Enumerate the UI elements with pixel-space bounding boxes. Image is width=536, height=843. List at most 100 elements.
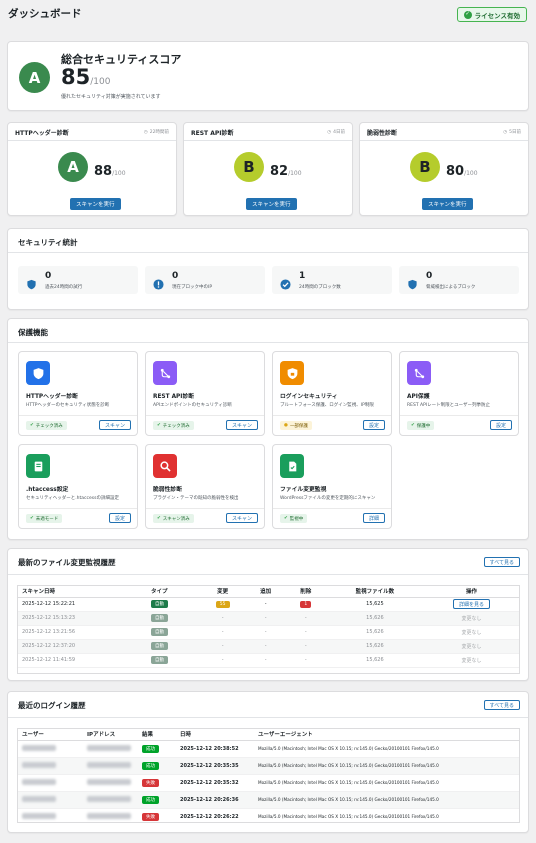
license-badge[interactable]: ✓ ライセンス有効 <box>456 7 527 22</box>
shield-icon <box>26 361 50 385</box>
ip-cell <box>83 774 138 792</box>
feature-card: ファイル変更監視 WordPressファイルの変更を定期的にスキャン ✔ 監視中 詳細 <box>272 444 392 529</box>
table-row: 成功 2025-12-12 20:35:35 Mozilla/5.0 (Macint… <box>18 757 519 775</box>
column-header: スキャン日時 <box>18 586 147 598</box>
scan-score-max: /100 <box>288 170 302 177</box>
action-cell: 変更なし <box>423 653 519 668</box>
overall-score-max: /100 <box>90 77 111 87</box>
protection-features-card: 保護機能 HTTPヘッダー診断 HTTPヘッダーのセキュリティ状態を診断 ✔ チェック… <box>7 318 529 540</box>
deleted-value: - <box>304 615 307 621</box>
feature-status-badge: ● 一部保護 <box>280 421 312 430</box>
changed-cell: - <box>199 625 246 640</box>
protection-features-title: 保護機能 <box>18 328 48 337</box>
scan-score-value: 82 <box>270 164 289 179</box>
deleted-cell: 1 <box>285 597 326 612</box>
result-badge: 成功 <box>142 795 159 804</box>
feature-card: HTTPヘッダー診断 HTTPヘッダーのセキュリティ状態を診断 ✔ チェック済み スキャ… <box>18 351 138 436</box>
run-scan-button[interactable]: スキャンを実行 <box>246 198 297 210</box>
alert-icon <box>153 275 164 290</box>
feature-action-button[interactable]: 設定 <box>108 513 131 523</box>
shield-icon <box>26 275 37 290</box>
overall-grade-circle: A <box>19 62 50 93</box>
feature-card: 脆弱性診断 プラグイン・テーマの既知の脆弱性を検出 ✔ スキャン済み スキャン <box>145 444 265 529</box>
stat-box: 1 24時間のブロック数 <box>272 266 392 294</box>
divider <box>184 140 352 141</box>
changed-cell: - <box>199 611 246 626</box>
feature-action-button[interactable]: 詳細 <box>362 513 385 523</box>
feature-action-button[interactable]: スキャン <box>225 513 258 523</box>
deleted-cell: - <box>285 653 326 668</box>
no-change-label: 変更なし <box>461 629 482 636</box>
scan-card-title: REST API診断 <box>191 130 234 137</box>
table-row: 2025-12-12 12:37:20 自動 - - - 15,626 変更なし <box>18 639 519 654</box>
stat-box: 0 過去24時間の試行 <box>18 266 138 294</box>
feature-status-badge: ✔ 保護中 <box>407 421 435 430</box>
feature-status-badge: ✔ チェック済み <box>26 421 67 430</box>
deleted-value: - <box>304 629 307 635</box>
deleted-badge: 1 <box>300 600 312 608</box>
scan-type-cell: 自動 <box>146 597 200 612</box>
redacted-ip <box>87 796 131 803</box>
search-icon <box>153 454 177 478</box>
scan-time-label: 4日前 <box>333 130 345 135</box>
scan-type-badge: 自動 <box>150 642 168 650</box>
feature-action-button[interactable]: 設定 <box>489 420 512 430</box>
overall-score-card: A 総合セキュリティスコア 85/100 優れたセキュリティ対策が実施されていま… <box>7 41 529 111</box>
feature-description: APIエンドポイントのセキュリティ診断 <box>153 403 232 408</box>
scan-type-badge: 自動 <box>150 614 168 622</box>
scan-type-badge: 自動 <box>150 656 168 664</box>
login-history-see-all-button[interactable]: すべて見る <box>483 700 520 710</box>
view-details-button[interactable]: 詳細を見る <box>452 599 490 609</box>
overall-score: 85/100 <box>61 65 110 89</box>
user-cell <box>18 808 83 822</box>
feature-description: セキュリティヘッダーと.htaccessの詳細設定 <box>26 496 119 501</box>
table-row: 2025-12-12 15:22:21 自動 55 - 1 15,625 詳細を見る <box>18 597 519 612</box>
feature-action-button[interactable]: スキャン <box>225 420 258 430</box>
added-value: - <box>245 597 286 612</box>
changed-cell: - <box>199 639 246 654</box>
result-cell: 成功 <box>138 791 176 809</box>
security-stats-title: セキュリティ統計 <box>18 238 78 247</box>
check-icon: ✔ <box>157 423 161 428</box>
scan-card: 脆弱性診断 ◷ 5日前 B 80/100 スキャンを実行 <box>359 122 529 216</box>
branch-icon <box>153 361 177 385</box>
scan-time-label: 5日前 <box>509 130 521 135</box>
scan-score-value: 80 <box>446 164 465 179</box>
run-scan-button[interactable]: スキャンを実行 <box>422 198 473 210</box>
lock-shield-icon <box>280 361 304 385</box>
column-header: ユーザー <box>18 729 83 741</box>
file-history-see-all-button[interactable]: すべて見る <box>483 557 520 567</box>
no-change-label: 変更なし <box>461 615 482 622</box>
file-history-title: 最新のファイル変更監視履歴 <box>18 558 116 567</box>
scan-date: 2025-12-12 11:41:59 <box>18 653 147 668</box>
divider <box>400 415 518 416</box>
result-badge: 失敗 <box>142 778 159 787</box>
divider <box>19 508 137 509</box>
feature-action-button[interactable]: スキャン <box>98 420 131 430</box>
login-history-title: 最近のログイン履歴 <box>18 701 86 710</box>
feature-description: ブルートフォース保護、ログイン監視、IP制限 <box>280 403 374 408</box>
redacted-ip <box>87 745 131 752</box>
user-cell <box>18 757 83 775</box>
run-scan-button[interactable]: スキャンを実行 <box>70 198 121 210</box>
scan-time: ◷ 5日前 <box>503 129 521 136</box>
stat-box: 0 脅威検出によるブロック <box>399 266 519 294</box>
login-date: 2025-12-12 20:26:36 <box>176 791 254 809</box>
check-icon: ✓ <box>463 10 472 19</box>
result-cell: 成功 <box>138 757 176 775</box>
table-row: 成功 2025-12-12 20:38:52 Mozilla/5.0 (Macint… <box>18 740 519 758</box>
doc-icon <box>280 454 304 478</box>
divider <box>146 415 264 416</box>
feature-status-badge: ✔ チェック済み <box>153 421 194 430</box>
login-date: 2025-12-12 20:35:32 <box>176 774 254 792</box>
feature-card: ログインセキュリティ ブルートフォース保護、ログイン監視、IP制限 ● 一部保護 設定 <box>272 351 392 436</box>
feature-action-button[interactable]: 設定 <box>362 420 385 430</box>
changed-value: - <box>221 643 224 649</box>
scan-type-cell: 自動 <box>146 625 200 640</box>
feature-description: HTTPヘッダーのセキュリティ状態を診断 <box>26 403 110 408</box>
stat-value: 0 <box>45 271 52 281</box>
scan-card: REST API診断 ◷ 4日前 B 82/100 スキャンを実行 <box>183 122 353 216</box>
ip-cell <box>83 791 138 809</box>
scan-card-title: 脆弱性診断 <box>367 130 398 137</box>
monitored-files: 15,626 <box>325 611 424 626</box>
